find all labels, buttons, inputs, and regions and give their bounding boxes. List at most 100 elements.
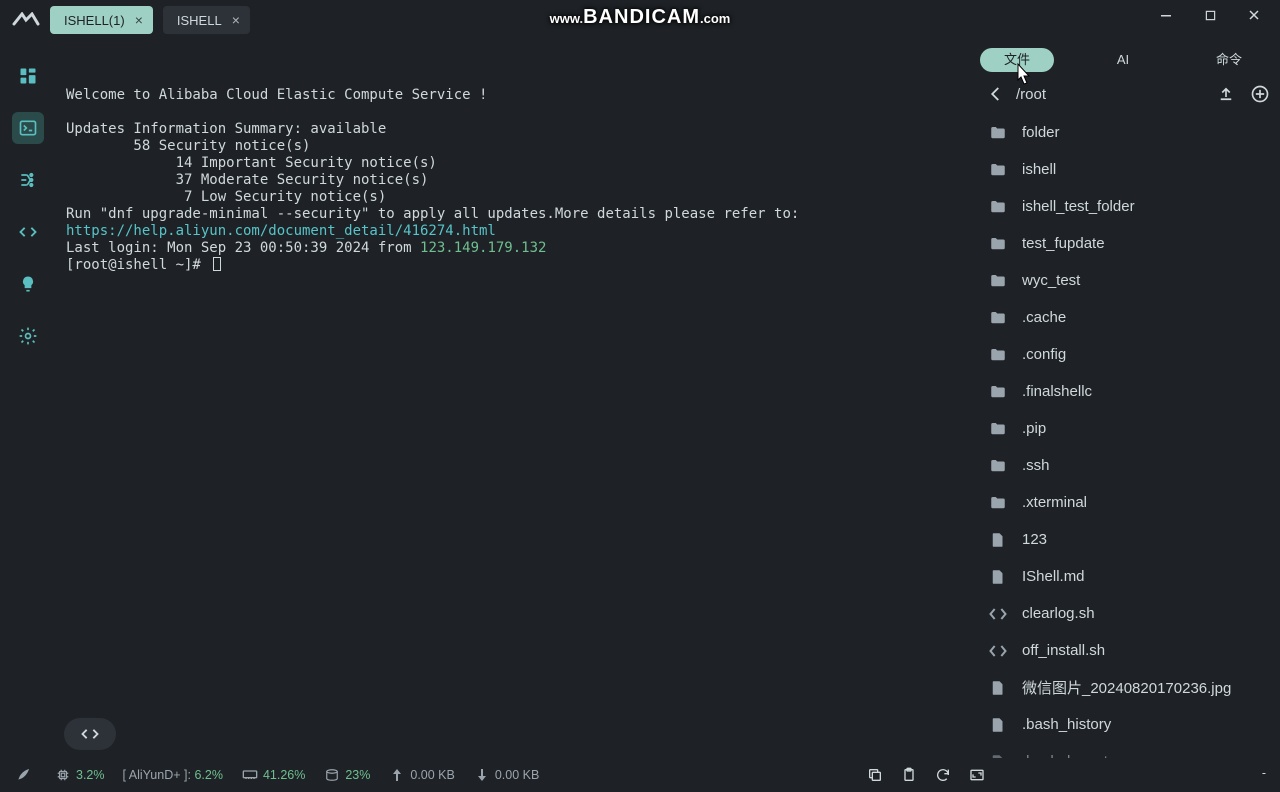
file-item[interactable]: clearlog.sh	[976, 595, 1280, 632]
file-item[interactable]: wyc_test	[976, 262, 1280, 299]
refresh-icon[interactable]	[934, 766, 952, 784]
upload-arrow-icon	[388, 766, 406, 784]
file-item[interactable]: .cache	[976, 299, 1280, 336]
sidebar-dashboard-icon[interactable]	[12, 60, 44, 92]
folder-icon	[986, 121, 1010, 145]
terminal-expand-button[interactable]	[64, 718, 116, 750]
tab-file[interactable]: 文件	[980, 48, 1054, 72]
paste-icon[interactable]	[900, 766, 918, 784]
fullscreen-icon[interactable]	[968, 766, 986, 784]
file-name: .finalshellc	[1022, 383, 1092, 400]
tab-ishell[interactable]: ISHELL ×	[163, 6, 250, 34]
maximize-button[interactable]	[1188, 0, 1232, 30]
file-item[interactable]: .finalshellc	[976, 373, 1280, 410]
tab-command[interactable]: 命令	[1192, 48, 1266, 72]
file-name: .cache	[1022, 309, 1066, 326]
status-memory[interactable]: 41.26%	[241, 766, 305, 784]
sidebar-terminal-icon[interactable]	[12, 112, 44, 144]
folder-icon	[986, 343, 1010, 367]
tab-ai[interactable]: AI	[1093, 48, 1153, 72]
memory-icon	[241, 766, 259, 784]
file-item[interactable]: .bash_logout	[976, 743, 1280, 758]
terminal-output: Welcome to Alibaba Cloud Elastic Compute…	[66, 70, 976, 291]
upload-value: 0.00 KB	[410, 768, 454, 782]
copy-icon[interactable]	[866, 766, 884, 784]
file-name: .config	[1022, 346, 1066, 363]
close-button[interactable]	[1232, 0, 1276, 30]
file-item[interactable]: .config	[976, 336, 1280, 373]
watermark: www.BANDICAM.com	[550, 6, 731, 29]
file-item[interactable]: .xterminal	[976, 484, 1280, 521]
file-item[interactable]: test_fupdate	[976, 225, 1280, 262]
sidebar-settings-icon[interactable]	[12, 320, 44, 352]
status-upload[interactable]: 0.00 KB	[388, 766, 454, 784]
folder-icon	[986, 491, 1010, 515]
tab-label: ISHELL(1)	[64, 13, 125, 28]
file-item[interactable]: 微信图片_20240820170236.jpg	[976, 669, 1280, 706]
status-bar: 3.2% [ AliYunD+ ]: 6.2% 41.26% 23% 0.00 …	[0, 758, 1280, 792]
file-item[interactable]: 123	[976, 521, 1280, 558]
close-icon[interactable]: ×	[232, 12, 240, 28]
sidebar	[0, 40, 56, 758]
file-name: wyc_test	[1022, 272, 1080, 289]
file-item[interactable]: off_install.sh	[976, 632, 1280, 669]
sidebar-connection-icon[interactable]	[12, 164, 44, 196]
file-item[interactable]: ishell	[976, 151, 1280, 188]
folder-icon	[986, 454, 1010, 478]
file-name: clearlog.sh	[1022, 605, 1095, 622]
file-name: 微信图片_20240820170236.jpg	[1022, 677, 1231, 698]
terminal-link[interactable]: https://help.aliyun.com/document_detail/…	[66, 223, 496, 239]
file-name: 123	[1022, 531, 1047, 548]
folder-icon	[986, 232, 1010, 256]
window-controls	[1144, 0, 1276, 30]
minimize-button[interactable]	[1144, 0, 1188, 30]
upload-icon[interactable]	[1216, 84, 1236, 104]
current-path[interactable]: /root	[1016, 86, 1216, 103]
tab-strip: ISHELL(1) × ISHELL ×	[50, 6, 250, 34]
cpu-value: 3.2%	[76, 768, 105, 782]
close-icon[interactable]: ×	[135, 12, 143, 28]
code-file-icon	[986, 639, 1010, 663]
file-item[interactable]: .ssh	[976, 447, 1280, 484]
sidebar-lightbulb-icon[interactable]	[12, 268, 44, 300]
net-label: [ AliYunD+ ]:	[123, 768, 191, 782]
terminal-cursor	[213, 257, 221, 271]
file-list: folder ishell ishell_test_folder test_fupda…	[976, 112, 1280, 758]
status-download[interactable]: 0.00 KB	[473, 766, 539, 784]
last-login-ip: 123.149.179.132	[420, 240, 546, 256]
status-dash: -	[1262, 766, 1266, 784]
app-logo	[12, 10, 40, 30]
folder-icon	[986, 195, 1010, 219]
file-name: ishell_test_folder	[1022, 198, 1135, 215]
path-row: /root	[976, 76, 1280, 112]
file-item[interactable]: .pip	[976, 410, 1280, 447]
file-name: off_install.sh	[1022, 642, 1105, 659]
add-icon[interactable]	[1250, 84, 1270, 104]
sidebar-code-icon[interactable]	[12, 216, 44, 248]
disk-value: 23%	[345, 768, 370, 782]
right-panel-tabs: 文件 AI 命令	[976, 40, 1280, 76]
back-button[interactable]	[984, 82, 1008, 106]
file-name: test_fupdate	[1022, 235, 1105, 252]
file-name: folder	[1022, 124, 1060, 141]
status-rocket[interactable]	[14, 766, 36, 784]
file-name: .xterminal	[1022, 494, 1087, 511]
file-name: .ssh	[1022, 457, 1050, 474]
file-item[interactable]: IShell.md	[976, 558, 1280, 595]
tab-label: ISHELL	[177, 13, 222, 28]
folder-icon	[986, 306, 1010, 330]
folder-icon	[986, 269, 1010, 293]
file-item[interactable]: folder	[976, 114, 1280, 151]
file-icon	[986, 528, 1010, 552]
file-name: ishell	[1022, 161, 1056, 178]
status-cpu[interactable]: 3.2%	[54, 766, 105, 784]
file-icon	[986, 565, 1010, 589]
tab-ishell-1[interactable]: ISHELL(1) ×	[50, 6, 153, 34]
folder-icon	[986, 417, 1010, 441]
terminal-pane[interactable]: Welcome to Alibaba Cloud Elastic Compute…	[56, 40, 976, 758]
status-disk[interactable]: 23%	[323, 766, 370, 784]
file-name: .bash_history	[1022, 716, 1111, 733]
file-item[interactable]: .bash_history	[976, 706, 1280, 743]
file-item[interactable]: ishell_test_folder	[976, 188, 1280, 225]
status-network[interactable]: [ AliYunD+ ]: 6.2%	[123, 768, 223, 782]
